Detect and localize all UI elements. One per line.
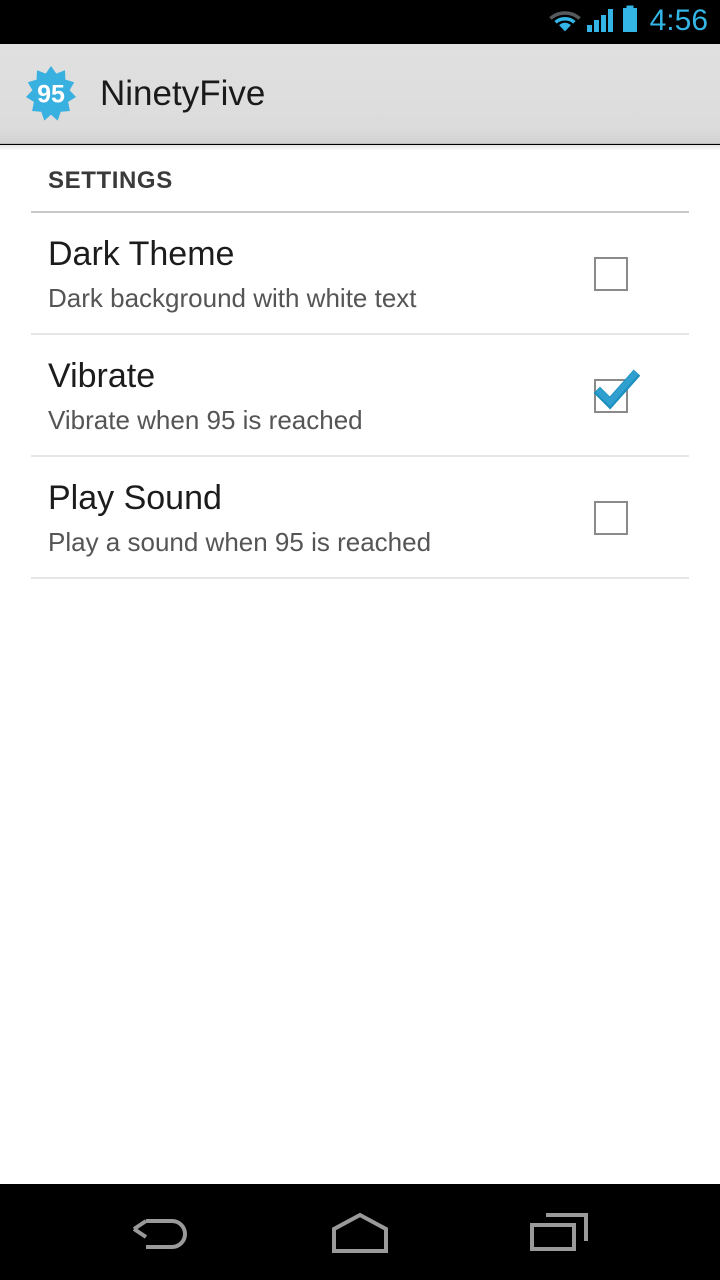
home-icon bbox=[332, 1212, 388, 1253]
navigation-bar bbox=[0, 1184, 720, 1280]
checkbox-play-sound[interactable] bbox=[594, 501, 628, 535]
preference-text-group: Dark Theme Dark background with white te… bbox=[48, 237, 571, 311]
back-arrow-icon bbox=[132, 1219, 187, 1249]
preference-row-vibrate[interactable]: Vibrate Vibrate when 95 is reached bbox=[0, 335, 720, 455]
back-button[interactable] bbox=[100, 1184, 220, 1280]
cellular-signal-icon bbox=[586, 6, 616, 39]
status-bar-icons bbox=[548, 5, 640, 40]
checkmark-icon bbox=[593, 369, 640, 410]
preference-title: Dark Theme bbox=[48, 235, 235, 273]
preference-row-dark-theme[interactable]: Dark Theme Dark background with white te… bbox=[0, 213, 720, 333]
preference-widget-area bbox=[571, 501, 651, 535]
app-logo-badge-text: 95 bbox=[37, 80, 65, 108]
home-button[interactable] bbox=[300, 1184, 420, 1280]
wifi-icon bbox=[548, 6, 582, 39]
recents-button[interactable] bbox=[500, 1184, 620, 1280]
preference-title: Play Sound bbox=[48, 479, 222, 517]
preference-divider bbox=[31, 577, 689, 579]
action-bar: 95 NinetyFive bbox=[0, 44, 720, 144]
app-title: NinetyFive bbox=[100, 74, 266, 113]
preference-row-play-sound[interactable]: Play Sound Play a sound when 95 is reach… bbox=[0, 457, 720, 577]
preference-text-group: Vibrate Vibrate when 95 is reached bbox=[48, 359, 571, 433]
status-bar-clock: 4:56 bbox=[649, 4, 708, 37]
preference-widget-area bbox=[571, 369, 651, 413]
settings-content: SETTINGS Dark Theme Dark background with… bbox=[0, 145, 720, 1184]
preference-title: Vibrate bbox=[48, 357, 156, 395]
battery-icon bbox=[620, 5, 640, 40]
preference-summary: Dark background with white text bbox=[48, 283, 417, 313]
app-logo-badge-icon[interactable]: 95 bbox=[22, 65, 80, 123]
status-bar: 4:56 bbox=[0, 0, 720, 44]
checkbox-vibrate[interactable] bbox=[593, 369, 640, 413]
preference-widget-area bbox=[571, 257, 651, 291]
preference-summary: Play a sound when 95 is reached bbox=[48, 527, 432, 557]
settings-section-header: SETTINGS bbox=[48, 167, 173, 194]
preference-text-group: Play Sound Play a sound when 95 is reach… bbox=[48, 481, 571, 555]
checkbox-dark-theme[interactable] bbox=[594, 257, 628, 291]
preference-summary: Vibrate when 95 is reached bbox=[48, 405, 363, 435]
recent-apps-icon bbox=[530, 1213, 588, 1251]
